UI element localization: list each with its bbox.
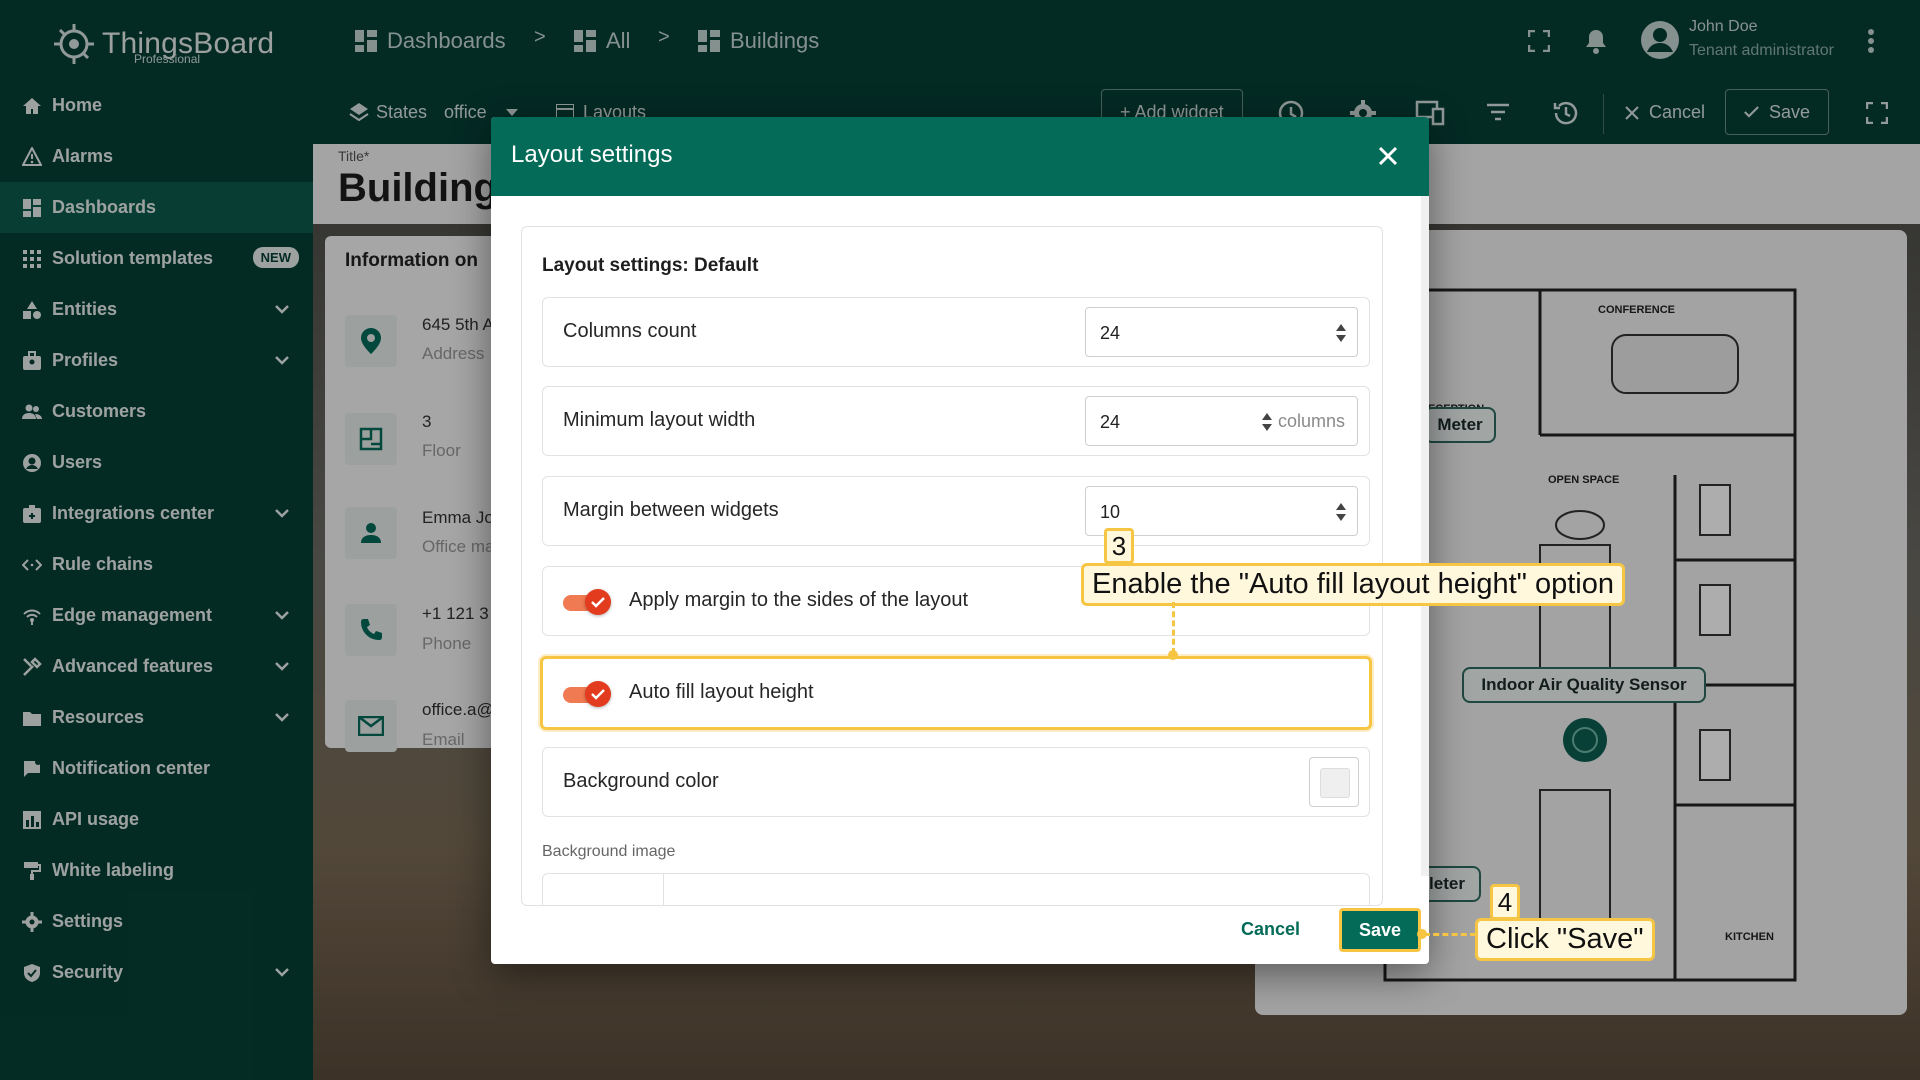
check-icon: [591, 688, 605, 700]
min-layout-width-input[interactable]: 24 columns: [1085, 396, 1358, 446]
min-layout-width-value: 24: [1100, 412, 1121, 432]
background-image-label: Background image: [542, 843, 676, 860]
columns-count-row: Columns count 24: [542, 297, 1370, 367]
step-4-connector-dot: [1417, 929, 1427, 939]
min-layout-width-suffix: columns: [1277, 411, 1345, 431]
dialog-save-button[interactable]: Save: [1339, 908, 1421, 952]
layout-settings-dialog: Layout settings Layout settings: Default…: [491, 117, 1429, 964]
background-color-row: Background color: [542, 747, 1370, 817]
background-color-swatch[interactable]: [1309, 757, 1359, 807]
field-divider: [663, 874, 664, 905]
spinner-icon[interactable]: [1335, 501, 1347, 523]
step-3-marker: 3: [1104, 528, 1134, 564]
columns-count-label: Columns count: [563, 320, 697, 342]
margin-label: Margin between widgets: [563, 499, 779, 521]
step-4-connector: [1424, 933, 1476, 936]
margin-row: Margin between widgets 10: [542, 476, 1370, 546]
dialog-scrollbar[interactable]: [1421, 196, 1429, 876]
toggle-thumb: [585, 681, 611, 707]
auto-fill-row: Auto fill layout height: [540, 656, 1372, 730]
min-layout-width-row: Minimum layout width 24 columns: [542, 386, 1370, 456]
columns-count-input[interactable]: 24: [1085, 307, 1358, 357]
step-4-callout: Click "Save": [1475, 918, 1655, 961]
check-icon: [591, 596, 605, 608]
toggle-thumb: [585, 589, 611, 615]
dialog-title: Layout settings: [511, 141, 673, 168]
step-3-connector: [1172, 602, 1175, 654]
step-3-callout: Enable the "Auto fill layout height" opt…: [1081, 563, 1625, 606]
spinner-icon[interactable]: [1335, 322, 1347, 344]
step-3-connector-dot: [1168, 650, 1178, 660]
margin-value: 10: [1100, 502, 1121, 522]
min-layout-width-label: Minimum layout width: [563, 409, 756, 431]
apply-margin-toggle[interactable]: [563, 589, 611, 615]
dialog-cancel-button[interactable]: Cancel: [1241, 919, 1300, 940]
auto-fill-label: Auto fill layout height: [629, 681, 814, 703]
background-image-field[interactable]: [542, 873, 1370, 905]
step-4-marker: 4: [1490, 884, 1520, 920]
columns-count-value: 24: [1100, 323, 1121, 343]
section-title: Layout settings: Default: [542, 255, 759, 276]
auto-fill-toggle[interactable]: [563, 681, 611, 707]
background-color-label: Background color: [563, 770, 719, 792]
close-icon[interactable]: [1371, 139, 1405, 173]
spinner-icon[interactable]: [1261, 411, 1273, 433]
dialog-header: Layout settings: [491, 117, 1429, 196]
apply-margin-label: Apply margin to the sides of the layout: [629, 589, 969, 611]
